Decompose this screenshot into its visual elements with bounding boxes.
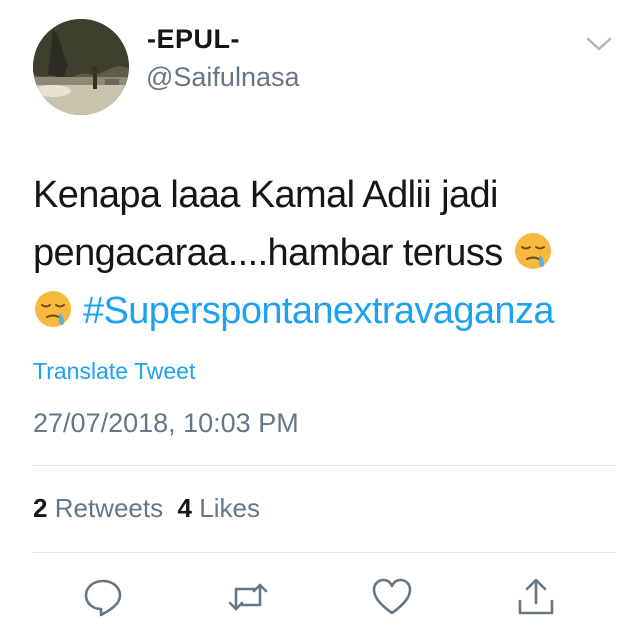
share-icon[interactable] (514, 575, 558, 619)
tweet-line-2-text: pengacaraa....hambar teruss (33, 232, 503, 274)
avatar-photo (33, 19, 129, 115)
tweet-line-3: #Superspontanextravaganza (33, 282, 613, 340)
divider (33, 552, 616, 553)
likes-stat[interactable]: 4 Likes (178, 493, 260, 523)
translate-tweet-link[interactable]: Translate Tweet (33, 358, 195, 385)
avatar[interactable] (33, 19, 129, 115)
divider (33, 465, 616, 466)
likes-label: Likes (199, 493, 260, 523)
reply-icon[interactable] (81, 575, 125, 619)
user-handle[interactable]: @Saifulnasa (146, 62, 300, 93)
likes-count: 4 (177, 493, 193, 523)
sleepy-face-emoji (513, 230, 553, 270)
tweet-stats: 2 Retweets 4 Likes (33, 493, 260, 524)
tweet-timestamp: 27/07/2018, 10:03 PM (33, 408, 299, 438)
tweet-text: Kenapa laaa Kamal Adlii jadi pengacaraa.… (33, 166, 613, 340)
retweet-icon[interactable] (226, 575, 270, 619)
retweets-count: 2 (33, 493, 48, 523)
retweets-label: Retweets (54, 493, 164, 523)
retweets-stat[interactable]: 2 Retweets (33, 493, 163, 523)
tweet-line-2: pengacaraa....hambar teruss (33, 224, 613, 282)
tweet-line-1: Kenapa laaa Kamal Adlii jadi (33, 174, 498, 216)
hashtag-link[interactable]: #Superspontanextravaganza (83, 290, 555, 332)
sleepy-face-emoji (33, 288, 73, 328)
chevron-down-icon[interactable] (585, 34, 613, 54)
like-icon[interactable] (370, 575, 414, 619)
action-bar (0, 575, 640, 623)
display-name[interactable]: -EPUL- (147, 24, 240, 55)
